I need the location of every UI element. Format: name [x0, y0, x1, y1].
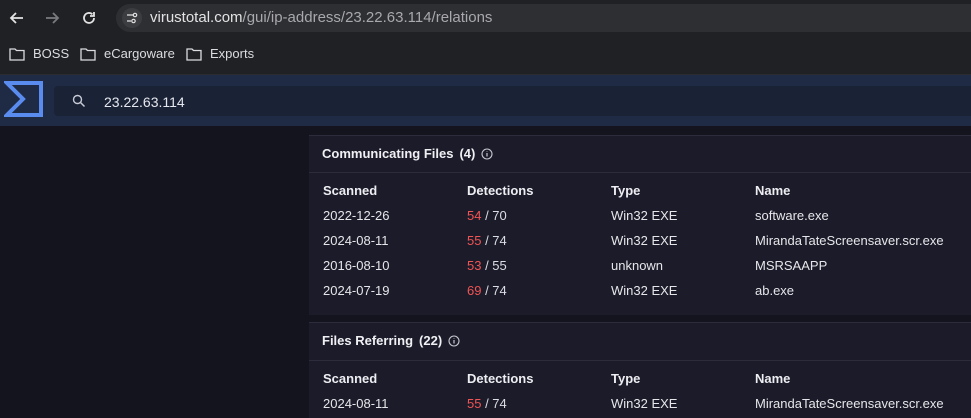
cell-detections: 54 / 70: [467, 208, 507, 223]
column-header-detections[interactable]: Detections: [467, 371, 533, 386]
bookmark-label: BOSS: [33, 46, 70, 61]
section-count: (22): [419, 333, 443, 348]
divider: [309, 135, 971, 136]
cell-detections: 55 / 74: [467, 396, 507, 411]
cell-type: Win32 EXE: [611, 396, 678, 411]
cell-scanned: 2016-08-10: [323, 258, 390, 273]
column-header-detections[interactable]: Detections: [467, 183, 533, 198]
reload-button[interactable]: [79, 8, 99, 28]
divider: [309, 360, 971, 361]
search-bar[interactable]: [54, 86, 971, 116]
detection-count: 54: [467, 208, 482, 223]
divider: [309, 172, 971, 173]
reload-icon: [83, 12, 95, 24]
back-button[interactable]: [7, 8, 27, 28]
folder-icon: [9, 47, 25, 61]
cell-name[interactable]: MirandaTateScreensaver.scr.exe: [755, 396, 944, 411]
address-bar[interactable]: virustotal.com/gui/ip-address/23.22.63.1…: [116, 4, 971, 32]
section-title-text: Communicating Files: [322, 146, 454, 161]
detection-total: / 55: [481, 258, 507, 273]
browser-toolbar: virustotal.com/gui/ip-address/23.22.63.1…: [0, 0, 971, 36]
cell-scanned: 2024-08-11: [323, 233, 389, 248]
section-title: Communicating Files (4): [322, 146, 493, 161]
bookmark-label: Exports: [210, 46, 255, 61]
column-header-scanned[interactable]: Scanned: [323, 371, 377, 386]
cell-scanned: 2024-08-11: [323, 396, 389, 411]
detection-count: 53: [467, 258, 482, 273]
arrow-left-icon: [9, 12, 23, 24]
column-header-scanned[interactable]: Scanned: [323, 183, 377, 198]
url-text: virustotal.com/gui/ip-address/23.22.63.1…: [150, 9, 492, 26]
section-count: (4): [459, 146, 476, 161]
section-title-text: Files Referring: [322, 333, 414, 348]
cell-detections: 55 / 74: [467, 233, 507, 248]
section-title: Files Referring (22): [322, 333, 460, 348]
column-header-name[interactable]: Name: [755, 371, 790, 386]
folder-icon: [186, 47, 202, 61]
column-header-type[interactable]: Type: [611, 371, 640, 386]
cell-name[interactable]: ab.exe: [755, 283, 794, 298]
cell-type: unknown: [611, 258, 664, 273]
bookmark-exports[interactable]: Exports: [186, 46, 254, 61]
files-referring-panel: Files Referring (22) Scanned Detections …: [309, 322, 971, 418]
vt-header: [0, 75, 971, 126]
cell-type: Win32 EXE: [611, 208, 678, 223]
url-host: virustotal.com: [150, 9, 243, 26]
cell-type: Win32 EXE: [611, 233, 678, 248]
detection-count: 69: [467, 283, 482, 298]
cell-type: Win32 EXE: [611, 283, 678, 298]
forward-button[interactable]: [42, 8, 62, 28]
detection-total: / 74: [481, 283, 507, 298]
bookmarks-bar: BOSS eCargoware Exports: [0, 36, 971, 75]
cell-name[interactable]: MSRSAAPP: [755, 258, 827, 273]
search-input[interactable]: [102, 89, 606, 115]
info-icon[interactable]: [448, 334, 460, 347]
cell-name[interactable]: software.exe: [755, 208, 829, 223]
divider: [309, 322, 971, 323]
cell-scanned: 2024-07-19: [323, 283, 390, 298]
site-settings-icon[interactable]: [122, 8, 142, 28]
cell-scanned: 2022-12-26: [323, 208, 390, 223]
url-path: /gui/ip-address/23.22.63.114/relations: [242, 9, 493, 26]
communicating-files-panel: Communicating Files (4) Scanned Detectio…: [309, 135, 971, 315]
column-header-type[interactable]: Type: [611, 183, 640, 198]
sigma-logo-icon: [2, 81, 43, 117]
detection-count: 55: [467, 396, 482, 411]
arrow-right-icon: [46, 12, 60, 24]
folder-icon: [80, 47, 96, 61]
search-icon: [72, 94, 86, 108]
bookmark-boss[interactable]: BOSS: [9, 46, 69, 61]
detection-total: / 70: [481, 208, 507, 223]
cell-name[interactable]: MirandaTateScreensaver.scr.exe: [755, 233, 944, 248]
info-icon[interactable]: [481, 147, 493, 160]
detection-count: 55: [467, 233, 482, 248]
column-header-name[interactable]: Name: [755, 183, 790, 198]
cell-detections: 53 / 55: [467, 258, 507, 273]
bookmark-ecargoware[interactable]: eCargoware: [80, 46, 175, 61]
detection-total: / 74: [481, 233, 507, 248]
cell-detections: 69 / 74: [467, 283, 507, 298]
bookmark-label: eCargoware: [104, 46, 175, 61]
virustotal-logo[interactable]: [2, 80, 44, 118]
detection-total: / 74: [481, 396, 507, 411]
